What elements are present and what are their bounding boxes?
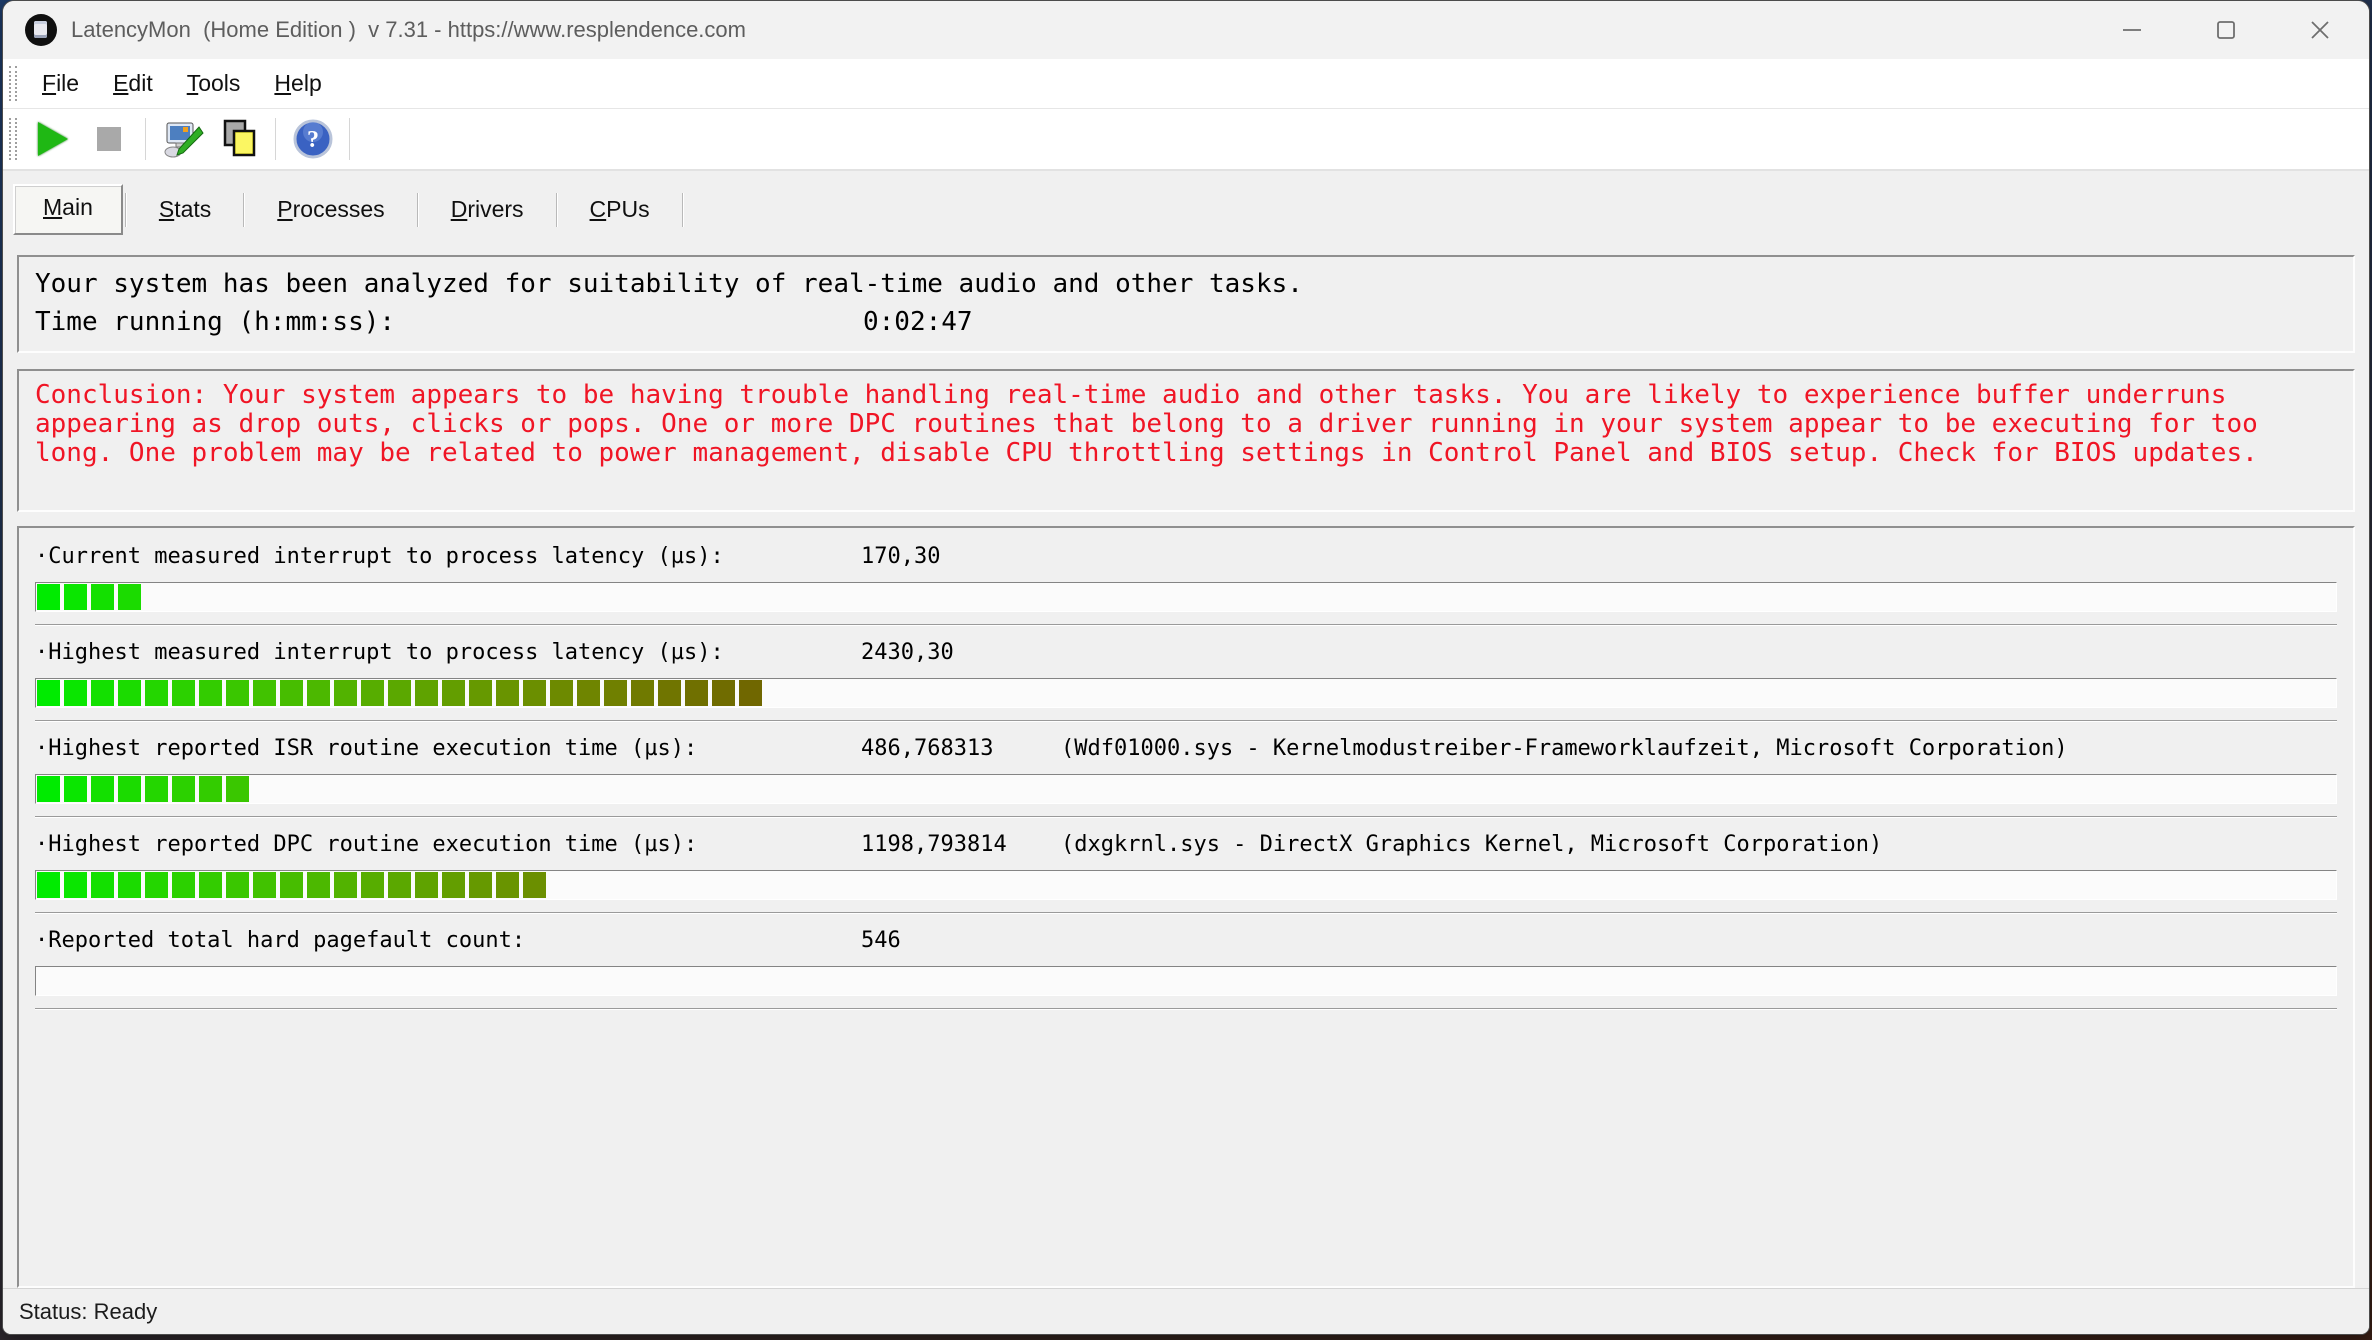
row-divider xyxy=(35,1008,2337,1010)
tab-bar: Main Stats Processes Drivers CPUs xyxy=(3,171,2369,235)
tab-separator xyxy=(243,193,245,227)
latency-bar xyxy=(35,678,2337,708)
analyzer-icon xyxy=(161,117,205,161)
tab-cpus[interactable]: CPUs xyxy=(560,186,680,235)
measurement-value: 486,768313 xyxy=(861,734,1061,764)
time-running-row: Time running (h:mm:ss): 0:02:47 xyxy=(35,303,2337,341)
menubar-gripper[interactable] xyxy=(9,66,17,100)
window-controls xyxy=(2109,9,2343,51)
tab-processes[interactable]: Processes xyxy=(247,186,414,235)
main-content: Your system has been analyzed for suitab… xyxy=(3,235,2369,1288)
time-running-value: 0:02:47 xyxy=(863,303,973,341)
toolbar-gripper[interactable] xyxy=(9,118,17,160)
measurements-panel: ·Current measured interrupt to process l… xyxy=(17,526,2355,1288)
analysis-headline: Your system has been analyzed for suitab… xyxy=(35,265,2337,303)
measurement-value: 546 xyxy=(861,926,1061,956)
latency-bar xyxy=(35,582,2337,612)
close-button[interactable] xyxy=(2297,9,2343,51)
menu-help[interactable]: Help xyxy=(257,66,338,101)
tab-separator xyxy=(556,193,558,227)
toolbar: ? xyxy=(3,109,2369,171)
statusbar: Status: Ready xyxy=(3,1288,2369,1334)
app-window: LatencyMon (Home Edition ) v 7.31 - http… xyxy=(2,0,2370,1335)
measurement-value: 1198,793814 xyxy=(861,830,1061,860)
measurement-row-isr-time: ·Highest reported ISR routine execution … xyxy=(35,722,2337,818)
measurement-driver-info: (Wdf01000.sys - Kernelmodustreiber-Frame… xyxy=(1061,734,2068,764)
tab-main[interactable]: Main xyxy=(13,184,123,235)
copy-report-button[interactable] xyxy=(211,113,267,165)
measurement-label: ·Highest measured interrupt to process l… xyxy=(35,638,861,668)
measurement-label: ·Highest reported ISR routine execution … xyxy=(35,734,861,764)
minimize-button[interactable] xyxy=(2109,9,2155,51)
conclusion-panel: Conclusion: Your system appears to be ha… xyxy=(17,369,2355,512)
close-icon xyxy=(2305,15,2335,45)
analyze-button[interactable] xyxy=(155,113,211,165)
help-icon: ? xyxy=(291,117,335,161)
measurement-row-current-latency: ·Current measured interrupt to process l… xyxy=(35,530,2337,626)
stop-icon xyxy=(97,127,121,151)
conclusion-line: long. One problem may be related to powe… xyxy=(35,439,2337,468)
measurement-label: ·Highest reported DPC routine execution … xyxy=(35,830,861,860)
latency-bar xyxy=(35,774,2337,804)
toolbar-separator xyxy=(275,118,277,160)
menu-edit[interactable]: Edit xyxy=(96,66,170,101)
stop-monitor-button[interactable] xyxy=(81,113,137,165)
measurement-label: ·Reported total hard pagefault count: xyxy=(35,926,861,956)
latency-bar xyxy=(35,870,2337,900)
measurement-row-pagefaults: ·Reported total hard pagefault count: 54… xyxy=(35,914,2337,1010)
toolbar-separator xyxy=(349,118,351,160)
play-icon xyxy=(38,122,68,156)
measurement-row-highest-latency: ·Highest measured interrupt to process l… xyxy=(35,626,2337,722)
status-text: Status: Ready xyxy=(19,1299,157,1325)
conclusion-line: appearing as drop outs, clicks or pops. … xyxy=(35,410,2337,439)
tab-separator xyxy=(682,193,684,227)
toolbar-separator xyxy=(145,118,147,160)
conclusion-line: Conclusion: Your system appears to be ha… xyxy=(35,381,2337,410)
minimize-icon xyxy=(2117,15,2147,45)
tab-drivers[interactable]: Drivers xyxy=(421,186,554,235)
analysis-panel: Your system has been analyzed for suitab… xyxy=(17,255,2355,353)
svg-text:?: ? xyxy=(307,127,319,153)
measurement-value: 170,30 xyxy=(861,542,1061,572)
menubar: File Edit Tools Help xyxy=(3,59,2369,109)
window-title: LatencyMon (Home Edition ) v 7.31 - http… xyxy=(71,17,746,43)
titlebar: LatencyMon (Home Edition ) v 7.31 - http… xyxy=(3,1,2369,59)
start-monitor-button[interactable] xyxy=(25,113,81,165)
tab-separator xyxy=(417,193,419,227)
measurement-row-dpc-time: ·Highest reported DPC routine execution … xyxy=(35,818,2337,914)
tab-separator xyxy=(125,193,127,227)
menu-tools[interactable]: Tools xyxy=(170,66,258,101)
measurement-driver-info: (dxgkrnl.sys - DirectX Graphics Kernel, … xyxy=(1061,830,1882,860)
tab-stats[interactable]: Stats xyxy=(129,186,241,235)
help-button[interactable]: ? xyxy=(285,113,341,165)
maximize-button[interactable] xyxy=(2203,9,2249,51)
measurement-value: 2430,30 xyxy=(861,638,1061,668)
copy-icon xyxy=(217,117,261,161)
latency-bar xyxy=(35,966,2337,996)
menu-file[interactable]: File xyxy=(25,66,96,101)
time-running-label: Time running (h:mm:ss): xyxy=(35,303,863,341)
measurement-label: ·Current measured interrupt to process l… xyxy=(35,542,861,572)
maximize-icon xyxy=(2211,15,2241,45)
app-icon xyxy=(25,14,57,46)
